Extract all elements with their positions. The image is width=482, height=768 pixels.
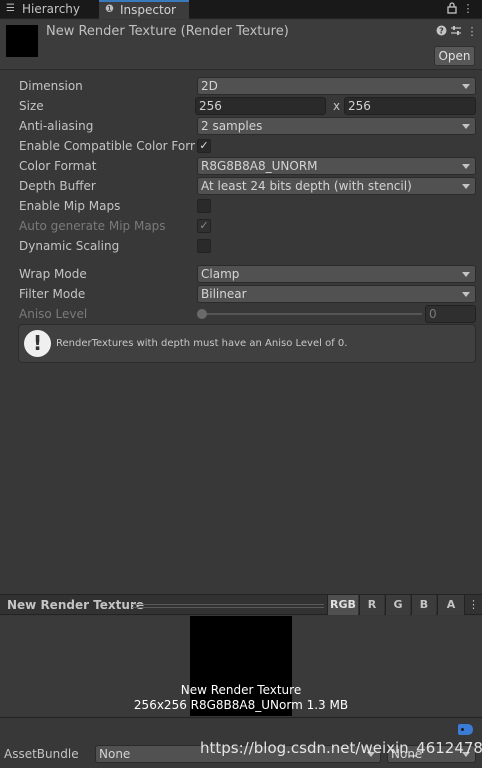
mip-maps-label: Enable Mip Maps [19,199,121,213]
dimension-row: Dimension 2D [0,77,482,95]
depth-buffer-label: Depth Buffer [19,179,96,193]
header-menu-icon[interactable]: ⋮ [466,25,478,39]
help-icon[interactable]: ? [435,25,447,39]
tab-hierarchy-label: Hierarchy [22,2,81,16]
kebab-menu-icon[interactable]: ⋮ [462,2,474,16]
color-format-label: Color Format [19,159,97,173]
chevron-down-icon [462,124,470,129]
chevron-down-icon [462,272,470,277]
filter-mode-dropdown[interactable]: Bilinear [197,285,476,303]
dynamic-scaling-label: Dynamic Scaling [19,239,120,253]
dimension-dropdown[interactable]: 2D [197,77,476,95]
dynamic-scaling-checkbox[interactable] [197,239,211,253]
label-tag-icon[interactable] [458,724,473,735]
watermark-text: https://blog.csdn.net/weixin_46124783 [200,739,482,757]
warning-icon: ! [24,330,51,357]
aniso-level-row: Aniso Level 0 [0,305,482,323]
wrap-mode-row: Wrap Mode Clamp [0,265,482,283]
chevron-down-icon [462,164,470,169]
channel-g-button[interactable]: G [385,595,410,615]
mip-maps-row: Enable Mip Maps [0,197,482,215]
aniso-level-field: 0 [425,305,476,323]
size-x-label: x [333,99,341,113]
color-format-value: R8G8B8A8_UNORM [201,159,318,173]
preview-title: New Render Texture [7,598,144,612]
auto-mip-maps-label: Auto generate Mip Maps [19,219,166,233]
resize-grip[interactable] [132,604,324,608]
preset-icon[interactable] [450,25,462,39]
dimension-value: 2D [201,79,218,93]
size-width-field[interactable]: 256 [195,97,326,115]
list-icon: ☰ [6,3,15,14]
filter-mode-value: Bilinear [201,287,247,301]
size-row: Size 256 x 256 [0,97,482,115]
depth-buffer-row: Depth Buffer At least 24 bits depth (wit… [0,177,482,195]
auto-mip-maps-row: Auto generate Mip Maps ✓ [0,217,482,235]
wrap-mode-dropdown[interactable]: Clamp [197,265,476,283]
compatible-format-checkbox[interactable]: ✓ [197,139,211,153]
filter-mode-label: Filter Mode [19,287,86,301]
compatible-format-label: Enable Compatible Color Forma [19,139,195,153]
asset-bundle-value: None [99,747,131,761]
auto-mip-maps-checkbox: ✓ [197,219,211,233]
size-label: Size [19,99,44,113]
aniso-slider-track [200,313,422,315]
open-button[interactable]: Open [434,46,475,66]
size-height-field[interactable]: 256 [344,97,476,115]
tab-inspector[interactable]: ❶ Inspector [99,0,189,19]
channel-a-button[interactable]: A [437,595,464,615]
mip-maps-checkbox[interactable] [197,199,211,213]
preview-menu-icon[interactable]: ⋮ [464,595,482,615]
compatible-format-row: Enable Compatible Color Forma ✓ [0,137,482,155]
chevron-down-icon [462,84,470,89]
anti-aliasing-label: Anti-aliasing [19,119,94,133]
wrap-mode-value: Clamp [201,267,240,281]
asset-bundle-label: AssetBundle [4,747,79,761]
channel-r-button[interactable]: R [359,595,384,615]
color-format-dropdown[interactable]: R8G8B8A8_UNORM [197,157,476,175]
preview-header: New Render Texture RGB R G B A ⋮ [0,594,482,615]
aniso-slider-thumb [197,309,207,319]
svg-text:?: ? [439,27,444,36]
preview-name: New Render Texture [180,683,302,697]
warning-text: RenderTextures with depth must have an A… [56,338,348,349]
dimension-label: Dimension [19,79,83,93]
tab-bar: ☰ Hierarchy ❶ Inspector ⋮ [0,0,482,19]
chevron-down-icon [462,184,470,189]
dynamic-scaling-row: Dynamic Scaling [0,237,482,255]
tab-inspector-label: Inspector [120,3,176,17]
depth-buffer-value: At least 24 bits depth (with stencil) [201,179,412,193]
channel-b-button[interactable]: B [411,595,436,615]
wrap-mode-label: Wrap Mode [19,267,87,281]
depth-buffer-dropdown[interactable]: At least 24 bits depth (with stencil) [197,177,476,195]
preview-info: 256x256 R8G8B8A8_UNorm 1.3 MB [133,698,349,712]
anti-aliasing-value: 2 samples [201,119,263,133]
preview-area: New Render Texture 256x256 R8G8B8A8_UNor… [0,616,482,716]
color-format-row: Color Format R8G8B8A8_UNORM [0,157,482,175]
lock-icon[interactable] [446,2,458,16]
channel-rgb-button[interactable]: RGB [327,595,358,615]
anti-aliasing-row: Anti-aliasing 2 samples [0,117,482,135]
aniso-level-label: Aniso Level [19,307,88,321]
warning-helpbox: ! RenderTextures with depth must have an… [18,324,476,363]
anti-aliasing-dropdown[interactable]: 2 samples [197,117,476,135]
chevron-down-icon [462,292,470,297]
asset-thumbnail [6,25,38,57]
info-icon: ❶ [105,4,114,15]
filter-mode-row: Filter Mode Bilinear [0,285,482,303]
inspector-header: New Render Texture (Render Texture) ? ⋮ … [0,20,482,70]
asset-title: New Render Texture (Render Texture) [46,24,289,39]
tab-hierarchy[interactable]: ☰ Hierarchy [0,0,96,19]
